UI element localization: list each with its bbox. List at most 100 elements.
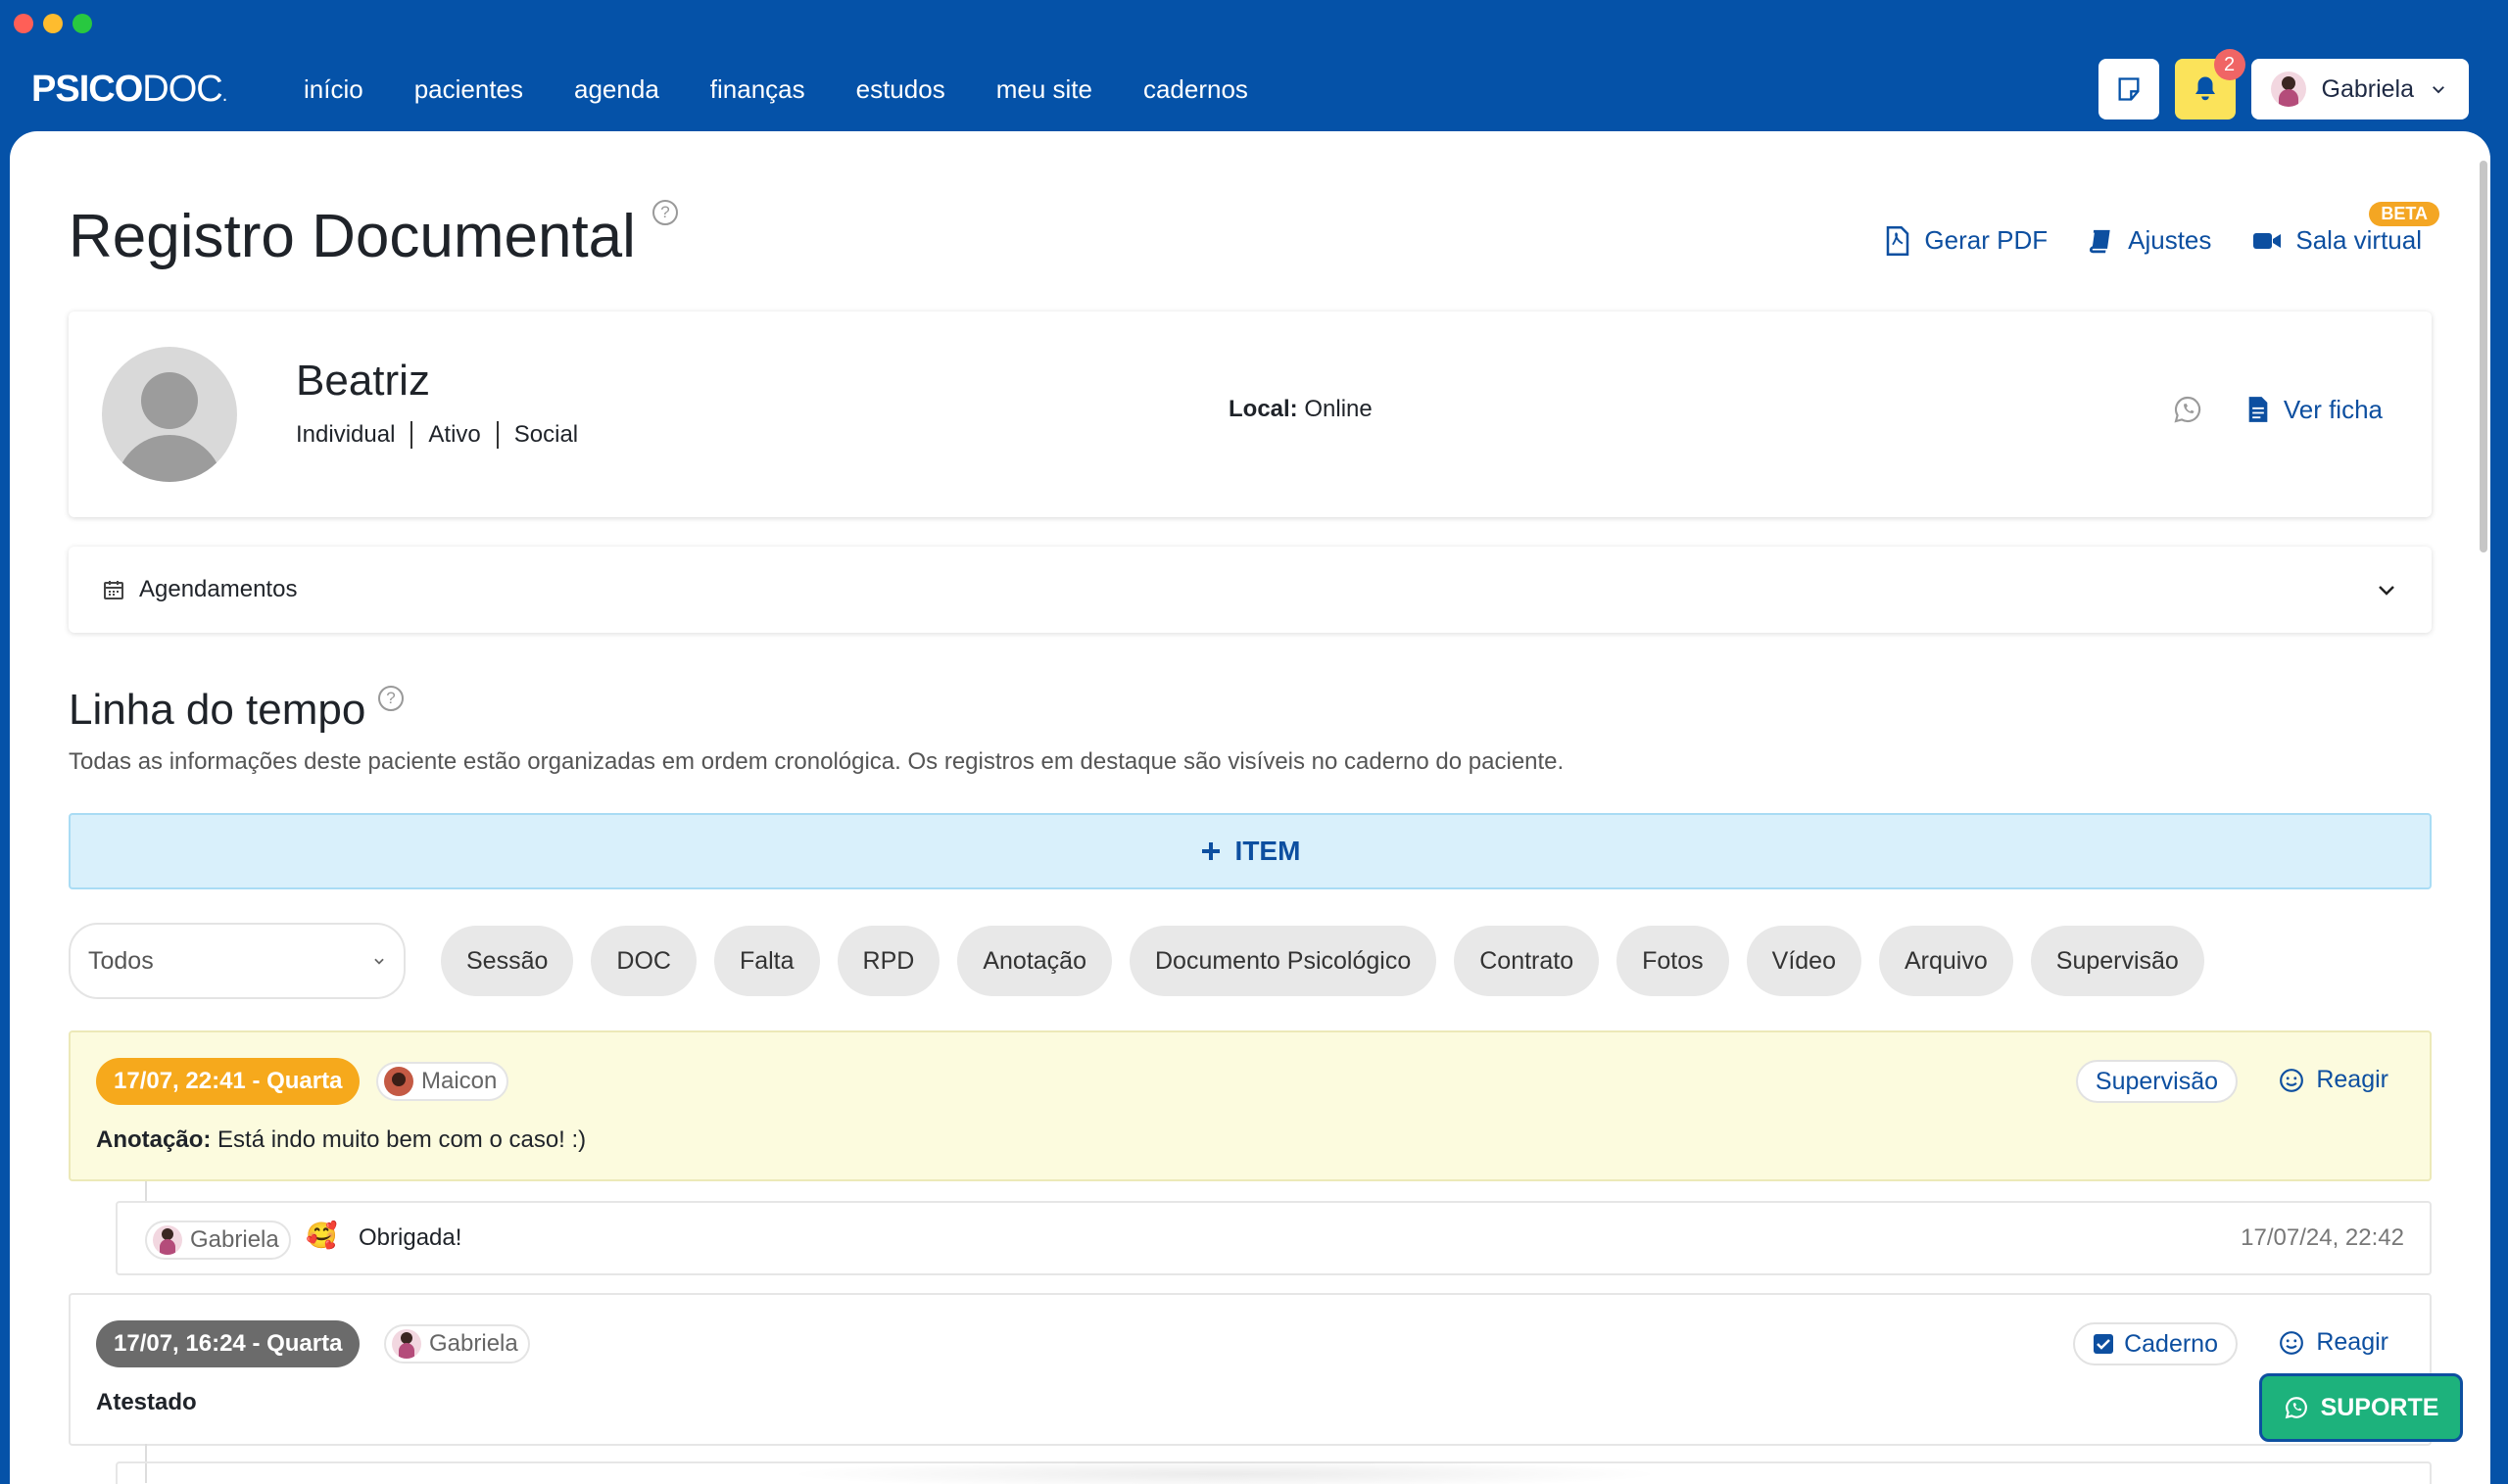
timeline-entry: 17/07, 22:41 - Quarta Maicon Supervisão … bbox=[69, 1030, 2432, 1181]
thread-line bbox=[145, 1181, 147, 1203]
filter-chip-video[interactable]: Vídeo bbox=[1746, 926, 1861, 996]
patient-name: Beatriz bbox=[296, 357, 430, 405]
filter-chip-doc[interactable]: DOC bbox=[591, 926, 697, 996]
logo[interactable]: PSICODOC. bbox=[31, 69, 227, 111]
entry-text: Atestado bbox=[96, 1389, 197, 1415]
filter-select-value: Todos bbox=[88, 946, 154, 975]
react-label: Reagir bbox=[2316, 1328, 2388, 1356]
main-menu: início pacientes agenda finanças estudos… bbox=[304, 74, 1248, 105]
calendar-icon bbox=[104, 581, 123, 599]
help-icon[interactable]: ? bbox=[652, 200, 678, 225]
chevron-down-icon bbox=[2433, 86, 2444, 94]
notifications-button[interactable]: 2 bbox=[2174, 49, 2245, 120]
author-avatar bbox=[153, 1225, 182, 1255]
virtual-room-label: Sala virtual bbox=[2295, 225, 2422, 255]
filter-chip-fotos[interactable]: Fotos bbox=[1616, 926, 1729, 996]
appointments-accordion[interactable]: Agendamentos bbox=[69, 547, 2432, 633]
user-menu-button[interactable]: Gabriela bbox=[2250, 59, 2469, 120]
filter-chip-falta[interactable]: Falta bbox=[713, 926, 820, 996]
view-record-button[interactable]: Ver ficha bbox=[2246, 395, 2383, 425]
close-window-button[interactable] bbox=[14, 14, 33, 33]
filter-chip-arquivo[interactable]: Arquivo bbox=[1879, 926, 2013, 996]
filter-chip-documento-psicologico[interactable]: Documento Psicológico bbox=[1129, 926, 1437, 996]
add-item-button[interactable]: ITEM bbox=[69, 813, 2432, 889]
patient-tag: Social bbox=[496, 421, 594, 449]
timeline-help-icon[interactable]: ? bbox=[378, 686, 404, 711]
entry-tag-caderno[interactable]: Caderno bbox=[2073, 1322, 2238, 1365]
page-title: Registro Documental bbox=[69, 203, 636, 270]
top-navbar: PSICODOC. início pacientes agenda finanç… bbox=[0, 49, 2508, 131]
filter-chip-contrato[interactable]: Contrato bbox=[1454, 926, 1600, 996]
author-name: Maicon bbox=[421, 1068, 498, 1094]
filter-chip-sessao[interactable]: Sessão bbox=[441, 926, 574, 996]
nav-financas[interactable]: finanças bbox=[710, 74, 805, 105]
smile-icon bbox=[2280, 1330, 2304, 1355]
app-window: PSICODOC. início pacientes agenda finanç… bbox=[0, 0, 2508, 1484]
nav-actions: 2 Gabriela bbox=[2098, 49, 2469, 120]
whatsapp-icon bbox=[2285, 1397, 2307, 1419]
entry-date-badge: 17/07, 22:41 - Quarta bbox=[96, 1058, 361, 1105]
timeline-title: Linha do tempo bbox=[69, 686, 366, 734]
bell-icon bbox=[2194, 76, 2215, 101]
filter-chip-anotacao[interactable]: Anotação bbox=[957, 926, 1112, 996]
support-label: SUPORTE bbox=[2320, 1393, 2439, 1421]
nav-estudos[interactable]: estudos bbox=[856, 74, 945, 105]
page-actions: Gerar PDF Ajustes Sala virtual BETA bbox=[1885, 202, 2439, 256]
checkbox-checked-icon bbox=[2094, 1334, 2114, 1354]
reaction-emoji: 🥰 bbox=[306, 1221, 338, 1250]
nav-cadernos[interactable]: cadernos bbox=[1143, 74, 1248, 105]
generate-pdf-button[interactable]: Gerar PDF bbox=[1885, 225, 2048, 256]
book-icon bbox=[2090, 229, 2110, 253]
react-button[interactable]: Reagir bbox=[2279, 1328, 2388, 1357]
react-button[interactable]: Reagir bbox=[2279, 1066, 2388, 1094]
scrollbar[interactable] bbox=[2477, 141, 2490, 582]
timeline-description: Todas as informações deste paciente estã… bbox=[69, 748, 1565, 775]
plus-icon bbox=[1201, 842, 1220, 860]
support-button[interactable]: SUPORTE bbox=[2259, 1373, 2463, 1442]
filter-select[interactable]: Todos bbox=[69, 923, 406, 999]
beta-badge: BETA bbox=[2369, 202, 2439, 226]
logo-suffix: . bbox=[221, 84, 227, 106]
whatsapp-icon[interactable] bbox=[2172, 394, 2203, 425]
maximize-window-button[interactable] bbox=[72, 14, 92, 33]
appointments-label: Agendamentos bbox=[139, 576, 298, 602]
patient-tag: Individual bbox=[296, 421, 396, 448]
notification-count-badge: 2 bbox=[2213, 49, 2245, 80]
react-label: Reagir bbox=[2316, 1066, 2388, 1093]
patient-tags: Individual Ativo Social bbox=[296, 421, 594, 449]
patient-card: Beatriz Individual Ativo Social Local: O… bbox=[69, 311, 2432, 517]
main-content: Registro Documental ? Gerar PDF Ajustes … bbox=[10, 131, 2490, 1484]
nav-meu-site[interactable]: meu site bbox=[996, 74, 1092, 105]
sticky-note-icon bbox=[2118, 77, 2139, 101]
bottom-shadow bbox=[784, 1460, 1665, 1484]
entry-text-label: Anotação: bbox=[96, 1126, 212, 1153]
entry-author: Gabriela bbox=[384, 1324, 530, 1364]
virtual-room-button[interactable]: Sala virtual BETA bbox=[2252, 202, 2439, 256]
user-avatar bbox=[2270, 72, 2306, 107]
settings-button[interactable]: Ajustes bbox=[2089, 225, 2211, 256]
chevron-down-icon bbox=[2379, 586, 2394, 596]
chevron-down-icon bbox=[374, 958, 384, 965]
entry-tag-label: Supervisão bbox=[2095, 1067, 2218, 1095]
reply-author: Gabriela bbox=[145, 1221, 291, 1260]
timeline-entry: 17/07, 16:24 - Quarta Gabriela Caderno R… bbox=[69, 1293, 2432, 1446]
author-name: Gabriela bbox=[429, 1330, 518, 1357]
patient-tag: Ativo bbox=[410, 421, 496, 449]
notes-button[interactable] bbox=[2098, 59, 2159, 120]
document-icon bbox=[2248, 397, 2268, 422]
patient-avatar bbox=[102, 347, 237, 482]
nav-pacientes[interactable]: pacientes bbox=[414, 74, 523, 105]
minimize-window-button[interactable] bbox=[43, 14, 63, 33]
generate-pdf-label: Gerar PDF bbox=[1924, 225, 2049, 255]
entry-reply: Gabriela 🥰 Obrigada! 17/07/24, 22:42 bbox=[116, 1201, 2432, 1275]
logo-main: PSICO bbox=[31, 69, 143, 110]
patient-actions: Ver ficha bbox=[2172, 394, 2383, 425]
author-avatar bbox=[384, 1067, 413, 1096]
filter-chip-rpd[interactable]: RPD bbox=[837, 926, 940, 996]
entry-tag-supervisao[interactable]: Supervisão bbox=[2075, 1060, 2238, 1103]
smile-icon bbox=[2280, 1068, 2304, 1092]
nav-inicio[interactable]: início bbox=[304, 74, 363, 105]
filter-chip-supervisao[interactable]: Supervisão bbox=[2030, 926, 2204, 996]
nav-agenda[interactable]: agenda bbox=[574, 74, 659, 105]
location-value: Online bbox=[1304, 396, 1373, 422]
